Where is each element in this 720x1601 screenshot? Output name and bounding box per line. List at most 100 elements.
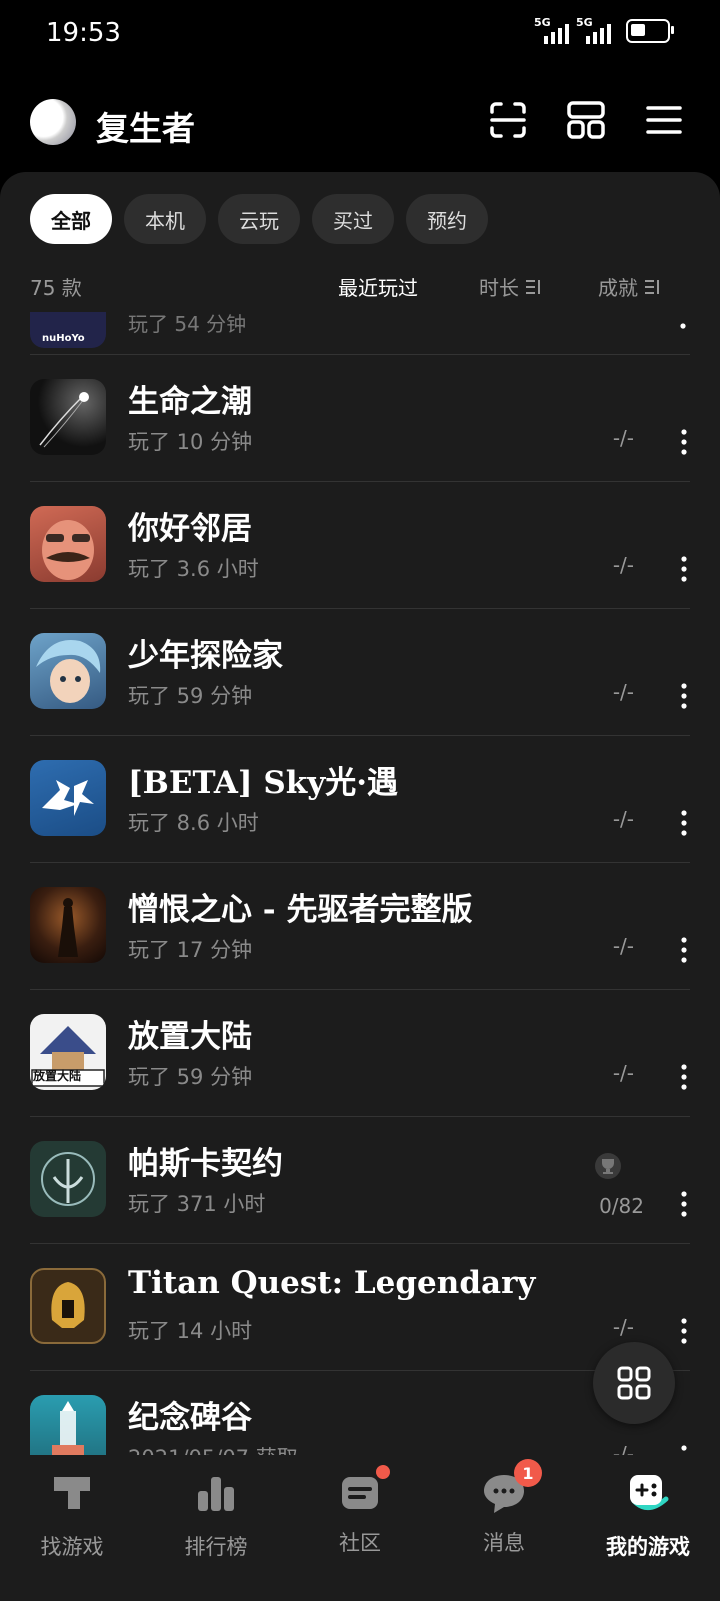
game-title: 生命之潮	[128, 384, 252, 420]
list-item[interactable]: 你好邻居 玩了 3.6 小时 -/-	[30, 481, 690, 609]
game-title: 放置大陆	[128, 1019, 252, 1055]
nav-rankings[interactable]: 排行榜	[144, 1471, 288, 1561]
sort-achievement-label: 成就	[598, 276, 638, 300]
layout-icon[interactable]	[566, 100, 606, 140]
filter-tabs: 全部 本机 云玩 买过 预约	[30, 194, 488, 244]
game-title: [BETA] Sky光·遇	[128, 765, 399, 801]
messages-icon: 1	[482, 1459, 542, 1515]
header: 复生者	[0, 90, 720, 154]
more-icon[interactable]	[680, 682, 688, 710]
more-icon[interactable]	[680, 1190, 688, 1218]
sort-achievement[interactable]: 成就	[598, 272, 660, 301]
more-icon[interactable]	[680, 555, 688, 583]
achievement-count: 0/82	[599, 1194, 644, 1218]
bottom-nav: 找游戏 排行榜 社区 1 消息 我的游戏	[0, 1455, 720, 1601]
status-bar: 19:53 5G 5G	[0, 0, 720, 70]
scan-icon[interactable]	[488, 100, 528, 140]
list-item[interactable]: 生命之潮 玩了 10 分钟 -/-	[30, 354, 690, 482]
genshin-icon: nuHoYo	[30, 312, 106, 348]
list-item[interactable]: 放置大陆 放置大陆 玩了 59 分钟 -/-	[30, 989, 690, 1117]
list-item[interactable]: 少年探险家 玩了 59 分钟 -/-	[30, 608, 690, 736]
game-count: 75 款	[30, 276, 82, 300]
rankings-icon	[198, 1477, 234, 1511]
sort-icon	[526, 279, 540, 294]
grid-view-button[interactable]	[593, 1342, 675, 1424]
achievement-count: -/-	[612, 807, 634, 831]
tide-of-life-icon	[30, 379, 106, 455]
sort-recent-label: 最近玩过	[338, 276, 418, 300]
game-library-panel: 全部 本机 云玩 买过 预约 75 款 最近玩过 时长 成就 nuHoYo 玩了…	[0, 172, 720, 1492]
nav-find-games[interactable]: 找游戏	[0, 1471, 144, 1561]
game-title: 憎恨之心 - 先驱者完整版	[128, 892, 473, 928]
battery-icon	[626, 19, 674, 43]
game-playtime: 玩了 17 分钟	[128, 938, 253, 962]
game-title: Titan Quest: Legendary …	[128, 1265, 548, 1301]
tab-reserved[interactable]: 预约	[406, 194, 488, 244]
nav-my-games[interactable]: 我的游戏	[576, 1471, 720, 1561]
avatar[interactable]	[30, 99, 76, 145]
sort-duration-label: 时长	[479, 276, 519, 300]
list-item[interactable]: Titan Quest: Legendary … 玩了 14 小时 -/-	[30, 1243, 690, 1371]
nav-label: 我的游戏	[606, 1534, 690, 1559]
nav-label: 排行榜	[184, 1535, 248, 1559]
notification-dot	[376, 1465, 390, 1479]
nav-community[interactable]: 社区	[288, 1465, 432, 1557]
young-explorer-icon	[30, 633, 106, 709]
game-playtime: 玩了 14 小时	[128, 1319, 253, 1343]
game-title: 少年探险家	[128, 638, 283, 674]
achievement-count: -/-	[612, 426, 634, 450]
hello-neighbor-icon	[30, 506, 106, 582]
idle-continent-icon: 放置大陆	[30, 1014, 106, 1090]
sort-duration[interactable]: 时长	[479, 272, 541, 301]
grid-icon	[617, 1366, 651, 1400]
animus-icon	[30, 887, 106, 963]
achievement-count: -/-	[612, 934, 634, 958]
signal-icon: 5G	[534, 16, 570, 46]
game-playtime: 玩了 10 分钟	[128, 430, 253, 454]
nav-label: 消息	[483, 1531, 525, 1555]
achievement-count: -/-	[612, 1061, 634, 1085]
achievement-count: -/-	[612, 1315, 634, 1339]
game-title: 帕斯卡契约	[128, 1146, 283, 1182]
community-icon	[338, 1465, 390, 1515]
tab-purchased[interactable]: 买过	[312, 194, 394, 244]
list-item[interactable]: 憎恨之心 - 先驱者完整版 玩了 17 分钟 -/-	[30, 862, 690, 990]
tab-cloud[interactable]: 云玩	[218, 194, 300, 244]
pascal-contract-icon	[30, 1141, 106, 1217]
list-item[interactable]: 帕斯卡契约 玩了 371 小时 0/82	[30, 1116, 690, 1244]
nav-label: 社区	[339, 1531, 381, 1555]
more-icon[interactable]	[680, 936, 688, 964]
signal-icon: 5G	[576, 16, 612, 46]
more-icon[interactable]	[680, 809, 688, 837]
sort-row: 75 款 最近玩过 时长 成就	[30, 268, 690, 304]
sky-icon	[30, 760, 106, 836]
game-playtime: 玩了 8.6 小时	[128, 811, 259, 835]
network-label: 5G	[534, 16, 551, 29]
tab-all[interactable]: 全部	[30, 194, 112, 244]
game-title: 你好邻居	[128, 511, 252, 547]
tab-local[interactable]: 本机	[124, 194, 206, 244]
more-icon[interactable]	[680, 428, 688, 456]
game-playtime: 玩了 3.6 小时	[128, 557, 259, 581]
list-item[interactable]: nuHoYo 玩了 54 分钟	[30, 312, 690, 355]
game-playtime: 玩了 371 小时	[128, 1192, 266, 1216]
achievement-count: -/-	[612, 553, 634, 577]
more-icon[interactable]	[680, 1317, 688, 1345]
list-item[interactable]: [BETA] Sky光·遇 玩了 8.6 小时 -/-	[30, 735, 690, 863]
more-icon[interactable]	[680, 1063, 688, 1091]
game-playtime: 玩了 54 分钟	[128, 312, 247, 336]
nav-label: 找游戏	[40, 1535, 104, 1559]
message-count-badge: 1	[514, 1459, 542, 1487]
username[interactable]: 复生者	[96, 102, 195, 150]
status-time: 19:53	[46, 18, 121, 48]
my-games-icon	[630, 1475, 669, 1510]
network-label: 5G	[576, 16, 593, 29]
find-games-icon	[54, 1477, 90, 1509]
icon-caption: 放置大陆	[33, 1069, 82, 1083]
sort-icon	[645, 279, 659, 294]
more-icon[interactable]	[680, 312, 686, 332]
game-playtime: 玩了 59 分钟	[128, 684, 253, 708]
nav-messages[interactable]: 1 消息	[432, 1459, 576, 1557]
menu-icon[interactable]	[644, 100, 684, 140]
sort-recent[interactable]: 最近玩过	[338, 272, 418, 301]
